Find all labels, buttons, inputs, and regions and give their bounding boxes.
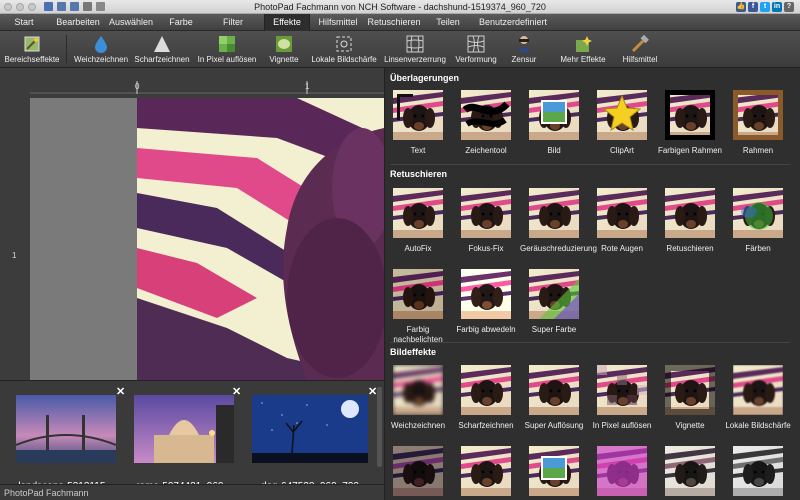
ruler-label-v1: 1	[12, 251, 17, 260]
effects-panel: Überlagerungen Text Zeichentool Bild Cli…	[384, 68, 800, 500]
menu-start[interactable]: Start	[4, 14, 44, 31]
effect-sharpen-thumbnail	[461, 365, 511, 415]
pixelate-button[interactable]: In Pixel auflösen	[196, 31, 258, 68]
effect-extra-6-thumbnail	[733, 446, 783, 496]
toolbar-separator	[66, 35, 67, 63]
effect-colorize-thumbnail	[733, 188, 783, 238]
effect-text-thumbnail	[393, 90, 443, 140]
section-divider	[390, 342, 790, 343]
linkedin-icon[interactable]: in	[772, 2, 782, 12]
menu-hilfsmittel[interactable]: Hilfsmittel	[312, 14, 364, 31]
edited-photo[interactable]	[137, 98, 384, 380]
status-bar: PhotoPad Fachmann	[0, 484, 384, 500]
effect-pixelate-thumbnail	[597, 365, 647, 415]
image-filmstrip: ✕ landscape-5313115... ✕ rome-5074421_96…	[0, 380, 384, 492]
twitter-icon[interactable]: t	[760, 2, 770, 12]
status-text: PhotoPad Fachmann	[4, 488, 89, 498]
canvas-margin	[30, 98, 137, 380]
effect-noise-reduction-thumbnail	[529, 188, 579, 238]
close-image-icon[interactable]: ✕	[368, 385, 377, 398]
region-effects-icon	[24, 36, 40, 52]
region-effects-button[interactable]: Bereichseffekte	[2, 31, 62, 68]
lens-distortion-button[interactable]: Linsenverzerrung	[384, 31, 446, 68]
blur-button[interactable]: Weichzeichnen	[72, 31, 130, 68]
effect-color-burn-thumbnail	[393, 269, 443, 319]
warp-button[interactable]: Verformung	[450, 31, 502, 68]
horizontal-ruler: 0 1	[30, 78, 384, 94]
effects-toolbar: Bereichseffekte Weichzeichnen Scharfzeic…	[0, 31, 800, 68]
effect-focus-fix-thumbnail	[461, 188, 511, 238]
facebook-icon[interactable]: f	[748, 2, 758, 12]
lens-grid-icon	[406, 35, 424, 53]
effect-blur-thumbnail	[393, 365, 443, 415]
effect-color-dodge-thumbnail	[461, 269, 511, 319]
effect-local-focus-thumbnail	[733, 365, 783, 415]
vignette-button[interactable]: Vignette	[262, 31, 306, 68]
effect-extra-3-thumbnail	[529, 446, 579, 496]
section-title-retouch: Retuschieren	[390, 169, 448, 179]
effect-extra-1-thumbnail	[393, 446, 443, 496]
effect-frame-thumbnail	[733, 90, 783, 140]
tools-button[interactable]: Hilfsmittel	[612, 31, 668, 68]
local-focus-icon	[336, 36, 352, 52]
section-title-overlays: Überlagerungen	[390, 73, 460, 83]
vignette-icon	[276, 36, 292, 52]
effect-clipart-thumbnail	[597, 90, 647, 140]
ruler-label-1: 1	[305, 82, 310, 91]
blur-drop-icon	[95, 36, 107, 53]
effect-extra-5-thumbnail	[665, 446, 715, 496]
effect-extra-4-thumbnail	[597, 446, 647, 496]
menu-auswaehlen[interactable]: Auswählen	[106, 14, 156, 31]
vertical-ruler: 1	[0, 94, 30, 380]
effect-extra-2-thumbnail	[461, 446, 511, 496]
sharpen-button[interactable]: Scharfzeichnen	[132, 31, 192, 68]
menu-filter[interactable]: Filter	[212, 14, 254, 31]
censor-person-icon	[518, 36, 530, 52]
censor-button[interactable]: Zensur	[506, 31, 542, 68]
menu-benutzerdefiniert[interactable]: Benutzerdefiniert	[474, 14, 552, 31]
window-title: PhotoPad Fachmann von NCH Software - dac…	[254, 2, 546, 12]
like-icon[interactable]: 👍	[736, 2, 746, 12]
section-title-image-effects: Bildeffekte	[390, 347, 437, 357]
effect-autofix-thumbnail	[393, 188, 443, 238]
sharpen-triangle-icon	[154, 36, 170, 52]
effect-drawing-tool-thumbnail	[461, 90, 511, 140]
filmstrip-scrollbar[interactable]	[377, 387, 382, 467]
local-focus-button[interactable]: Lokale Bildschärfe	[310, 31, 378, 68]
canvas-area[interactable]: 0 1 1	[0, 68, 384, 380]
menu-bar: Start Bearbeiten Auswählen Farbe Filter …	[0, 14, 800, 31]
effect-red-eye-thumbnail	[597, 188, 647, 238]
title-bar: PhotoPad Fachmann von NCH Software - dac…	[0, 0, 800, 14]
menu-bearbeiten[interactable]: Bearbeiten	[52, 14, 104, 31]
filmstrip-thumbnail	[252, 395, 368, 463]
effect-super-resolution-thumbnail	[529, 365, 579, 415]
effect-retouch-thumbnail	[665, 188, 715, 238]
effect-vignette-thumbnail	[665, 365, 715, 415]
menu-teilen[interactable]: Teilen	[428, 14, 468, 31]
filmstrip-thumbnail	[134, 395, 234, 463]
menu-retuschieren[interactable]: Retuschieren	[366, 14, 422, 31]
section-divider	[390, 164, 790, 165]
close-image-icon[interactable]: ✕	[116, 385, 125, 398]
more-effects-button[interactable]: Mehr Effekte	[554, 31, 612, 68]
menu-effekte[interactable]: Effekte	[264, 14, 310, 31]
tools-icon	[631, 35, 649, 53]
pixelate-icon	[219, 36, 235, 52]
effect-colored-frame-thumbnail	[665, 90, 715, 140]
help-icon[interactable]: ?	[784, 2, 794, 12]
effect-super-color-thumbnail	[529, 269, 579, 319]
filmstrip-thumbnail	[16, 395, 116, 463]
warp-grid-icon	[467, 35, 485, 53]
ruler-label-0: 0	[135, 82, 140, 91]
more-effects-icon	[576, 36, 592, 52]
effect-image-thumbnail	[529, 90, 579, 140]
menu-farbe[interactable]: Farbe	[160, 14, 202, 31]
close-image-icon[interactable]: ✕	[232, 385, 241, 398]
